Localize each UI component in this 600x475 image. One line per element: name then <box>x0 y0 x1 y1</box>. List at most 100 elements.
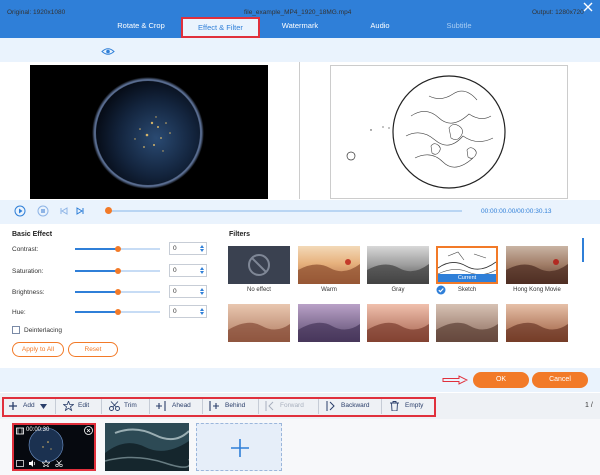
hue-stepper[interactable]: 0 <box>169 305 207 318</box>
plus-icon <box>9 402 17 410</box>
earth-night-image <box>92 77 204 189</box>
decrement-icon[interactable] <box>200 249 204 252</box>
saturation-label: Saturation: <box>12 268 44 275</box>
brightness-fill <box>75 291 118 293</box>
decrement-icon[interactable] <box>200 271 204 274</box>
filter-thumb-row2[interactable] <box>506 304 568 342</box>
increment-icon[interactable] <box>200 245 204 248</box>
edit-icon <box>63 401 74 411</box>
ahead-button[interactable]: Ahead <box>172 402 191 409</box>
filter-thumb-row2[interactable] <box>298 304 360 342</box>
brightness-handle[interactable] <box>114 289 121 295</box>
increment-icon[interactable] <box>200 288 204 291</box>
original-resolution: Original: 1920x1080 <box>7 9 66 16</box>
close-icon[interactable] <box>84 426 93 435</box>
behind-button[interactable]: Behind <box>225 402 245 409</box>
contrast-label: Contrast: <box>12 246 39 253</box>
tab-effect-filter[interactable]: Effect & Filter <box>181 17 260 38</box>
forward-button[interactable]: Forward <box>280 402 304 409</box>
filter-thumb-image <box>228 322 290 342</box>
clip-thumbnail-image <box>105 423 189 471</box>
previous-frame-icon[interactable] <box>58 205 70 217</box>
basic-effect-title: Basic Effect <box>12 231 53 238</box>
saturation-stepper[interactable]: 0 <box>169 264 207 277</box>
add-button[interactable]: Add <box>23 402 35 409</box>
output-preview <box>330 65 568 199</box>
plus-icon <box>231 439 249 457</box>
eye-icon[interactable] <box>101 47 115 56</box>
deinterlacing-label: Deinterlacing <box>24 327 62 334</box>
seek-bar[interactable] <box>107 210 462 212</box>
preview-divider <box>299 62 300 199</box>
tab-audio[interactable]: Audio <box>355 21 405 30</box>
toolbar-separator <box>318 399 319 414</box>
filter-label-hong-kong-movie: Hong Kong Movie <box>513 287 561 293</box>
page-indicator: 1 / <box>585 402 593 409</box>
filter-label-gray: Gray <box>391 287 405 293</box>
hong-kong-thumb-image <box>506 259 568 284</box>
brightness-stepper[interactable]: 0 <box>169 285 207 298</box>
tab-watermark[interactable]: Watermark <box>272 21 328 30</box>
info-row <box>0 38 600 62</box>
decrement-icon[interactable] <box>200 292 204 295</box>
no-effect-icon <box>248 254 270 276</box>
filter-hong-kong-movie[interactable] <box>506 246 568 284</box>
toolbar-separator <box>258 399 259 414</box>
backward-button[interactable]: Backward <box>341 402 370 409</box>
cancel-button[interactable]: Cancel <box>532 372 588 388</box>
behind-icon <box>209 401 219 411</box>
filter-label-warm: Warm <box>321 287 337 293</box>
toolbar-separator <box>149 399 150 414</box>
empty-button[interactable]: Empty <box>405 402 423 409</box>
filter-thumb-row2[interactable] <box>367 304 429 342</box>
chevron-down-icon[interactable] <box>40 404 47 409</box>
edit-button[interactable]: Edit <box>78 402 89 409</box>
filters-title: Filters <box>229 231 251 238</box>
brightness-value: 0 <box>173 288 177 295</box>
saturation-handle[interactable] <box>114 268 121 274</box>
ok-button[interactable]: OK <box>473 372 529 388</box>
filter-warm[interactable] <box>298 246 360 284</box>
stop-icon[interactable] <box>37 205 49 217</box>
scissors-icon[interactable] <box>55 460 63 467</box>
filter-gray[interactable] <box>367 246 429 284</box>
tab-bar <box>0 0 600 38</box>
timeline-clip[interactable]: 00:00:30 <box>12 423 96 471</box>
filters-scrollbar[interactable] <box>582 238 584 262</box>
hue-handle[interactable] <box>114 309 121 315</box>
contrast-fill <box>75 248 118 250</box>
filter-sketch[interactable]: Current <box>436 246 498 284</box>
decrement-icon[interactable] <box>200 312 204 315</box>
effect-star-icon[interactable] <box>42 460 50 467</box>
contrast-handle[interactable] <box>114 246 121 252</box>
filter-thumb-row2[interactable] <box>436 304 498 342</box>
deinterlacing-checkbox[interactable] <box>12 326 20 334</box>
reset-button[interactable]: Reset <box>68 342 118 357</box>
tab-rotate-crop[interactable]: Rotate & Crop <box>106 21 176 30</box>
tab-subtitle[interactable]: Subtitle <box>433 21 485 30</box>
filter-no-effect[interactable] <box>228 246 290 284</box>
contrast-stepper[interactable]: 0 <box>169 242 207 255</box>
contrast-value: 0 <box>173 245 177 252</box>
add-clip-button[interactable] <box>196 423 282 471</box>
clip-duration: 00:00:30 <box>26 427 50 433</box>
filter-label-no-effect: No effect <box>247 287 271 293</box>
audio-track-icon[interactable] <box>16 460 24 467</box>
next-frame-icon[interactable] <box>74 205 86 217</box>
seek-handle[interactable] <box>105 207 112 214</box>
toolbar-separator <box>381 399 382 414</box>
hue-value: 0 <box>173 308 177 315</box>
timeline-clip[interactable] <box>105 423 189 471</box>
play-icon[interactable] <box>14 205 26 217</box>
scissors-icon <box>109 401 120 411</box>
warm-thumb-image <box>298 259 360 284</box>
increment-icon[interactable] <box>200 267 204 270</box>
increment-icon[interactable] <box>200 308 204 311</box>
filter-thumb-image <box>506 322 568 342</box>
filter-thumb-row2[interactable] <box>228 304 290 342</box>
apply-to-all-button[interactable]: Apply to All <box>12 342 64 357</box>
ahead-icon <box>156 401 166 411</box>
filter-thumb-image <box>367 322 429 342</box>
volume-icon[interactable] <box>29 460 37 467</box>
trim-button[interactable]: Trim <box>124 402 137 409</box>
